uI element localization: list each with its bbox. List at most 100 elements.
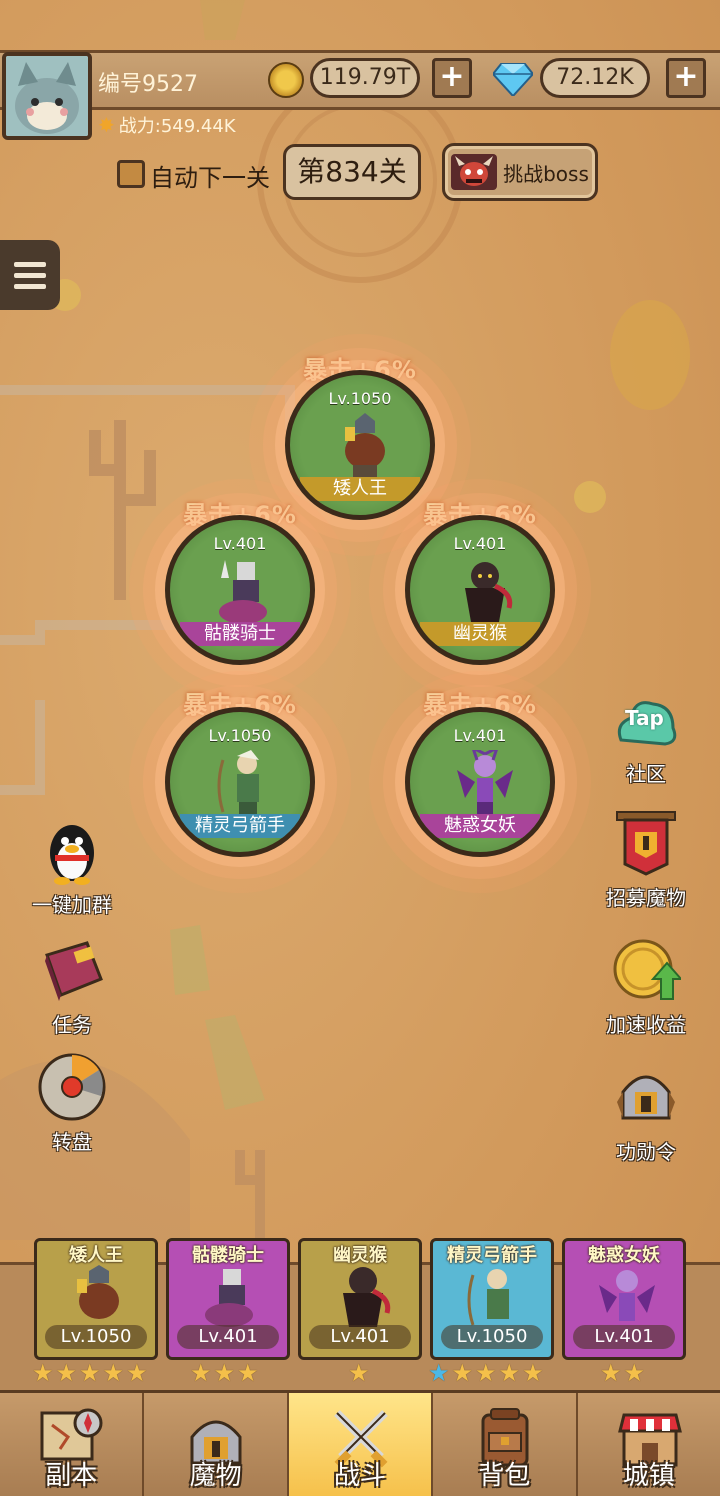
player-id: 编号9527 [98,72,198,97]
star-rating: ★ [348,1360,370,1386]
star-icon: ★ [451,1359,474,1387]
hamburger-line [14,272,46,278]
join-group-button[interactable]: 一键加群 [22,815,122,918]
star-icon: ★ [79,1359,101,1387]
nav-battle-label: 战斗 [334,1461,387,1491]
hero-level: Lv.401 [453,534,507,553]
qq-penguin-icon [50,825,94,885]
star-icon: ★ [102,1359,125,1387]
dwarf-king-portrait-icon [77,1265,119,1319]
team-card-name: 矮人王 [69,1245,123,1266]
team-card-ghost-monkey[interactable]: 幽灵猴 Lv.401 [298,1238,422,1360]
star-icon: ★ [32,1359,54,1387]
diamond-gem-icon [493,63,533,96]
auto-next-checkbox[interactable] [117,160,145,188]
star-rating: ★ ★ ★ ★ ★ [32,1360,148,1386]
hero-slot-ghost-monkey[interactable]: Lv.401 幽灵猴 [405,515,555,665]
join-group-label: 一键加群 [32,893,112,917]
succubus-figure-icon [457,750,513,818]
star-icon: ★ [522,1359,544,1387]
hero-level: Lv.401 [213,534,267,553]
star-icon: ★ [475,1359,497,1387]
team-card-name: 骷髅骑士 [192,1245,264,1266]
merit-token-label: 功勋令 [616,1140,676,1164]
star-rating: ★ ★ ★ ★ ★ [428,1360,544,1386]
star-icon: ★ [237,1359,259,1387]
speed-income-button[interactable]: 加速收益 [596,935,696,1038]
wheel-icon [38,1053,106,1121]
hero-slot-charm-succubus[interactable]: Lv.401 魅惑女妖 [405,707,555,857]
menu-button[interactable] [0,240,60,310]
recruit-monster-button[interactable]: 招募魔物 [596,808,696,911]
team-card-level: Lv.401 [573,1325,675,1349]
challenge-boss-button[interactable]: 挑战boss [442,143,598,201]
star-icon: ★ [126,1359,148,1387]
nav-dungeon[interactable]: 副本 [0,1393,145,1496]
wheel-button[interactable]: 转盘 [22,1052,122,1155]
star-rating: ★ ★ [600,1360,645,1386]
nav-monster-label: 魔物 [189,1461,242,1491]
team-card-level: Lv.401 [309,1325,411,1349]
stage-number: 第834关 [283,144,421,200]
wheel-label: 转盘 [52,1130,92,1154]
team-card-level: Lv.401 [177,1325,279,1349]
hero-slot-skeleton-knight[interactable]: Lv.401 骷髅骑士 [165,515,315,665]
bottom-nav: 副本 魔物 战斗 背包 城镇 [0,1390,720,1496]
nav-backpack[interactable]: 背包 [433,1393,578,1496]
nav-town[interactable]: 城镇 [577,1393,720,1496]
add-gems-button[interactable]: + [666,58,706,98]
nav-battle[interactable]: 战斗 [288,1393,434,1496]
helmet-icon [617,1075,675,1120]
auto-next-label: 自动下一关 [150,164,270,192]
succubus-portrait-icon [599,1270,655,1321]
gold-coin-icon [268,62,304,98]
hero-name: 魅惑女妖 [420,814,540,838]
speed-coin-icon [613,939,684,1000]
team-card-level: Lv.1050 [441,1325,543,1349]
hero-slot-elf-archer[interactable]: Lv.1050 精灵弓箭手 [165,707,315,857]
challenge-boss-label: 挑战boss [503,161,589,186]
team-card-dwarf-king[interactable]: 矮人王 Lv.1050 [34,1238,158,1360]
star-icon: ★ [498,1359,521,1387]
hero-name: 骷髅骑士 [180,622,300,646]
recruit-monster-label: 招募魔物 [606,886,686,910]
add-gold-button[interactable]: + [432,58,472,98]
ghost-monkey-portrait-icon [343,1267,391,1327]
dwarf-king-figure-icon [345,413,385,481]
hero-name: 矮人王 [300,477,420,501]
hero-name: 精灵弓箭手 [180,814,300,838]
nav-town-label: 城镇 [622,1461,675,1491]
tap-community-icon: Tap [611,688,681,758]
skeleton-knight-figure-icon [219,560,267,624]
blue-star-icon: ★ [428,1359,450,1387]
star-icon: ★ [213,1359,236,1387]
merit-token-button[interactable]: 功勋令 [596,1062,696,1165]
team-card-elf-archer[interactable]: 精灵弓箭手 Lv.1050 [430,1238,554,1360]
power-value: 战力:549.44K [118,116,236,137]
team-card-name: 幽灵猴 [333,1245,387,1266]
elf-archer-portrait-icon [467,1269,509,1326]
cat-avatar-icon [6,56,88,136]
star-icon: ★ [623,1359,646,1387]
hero-level: Lv.401 [453,726,507,745]
star-icon: ★ [600,1359,622,1387]
hero-name: 幽灵猴 [420,622,540,646]
team-card-skeleton-knight[interactable]: 骷髅骑士 Lv.401 [166,1238,290,1360]
power-row: ✸ 战力:549.44K [98,112,236,138]
tap-badge-text: Tap [625,706,664,730]
star-icon: ★ [190,1359,212,1387]
team-card-name: 精灵弓箭手 [447,1245,537,1266]
team-card-name: 魅惑女妖 [588,1245,660,1266]
quest-button[interactable]: 任务 [22,935,122,1038]
community-label: 社区 [626,762,666,786]
elf-archer-figure-icon [217,750,259,818]
nav-dungeon-label: 副本 [45,1461,98,1491]
star-icon: ★ [348,1359,370,1387]
star-icon: ★ [55,1359,78,1387]
recruit-banner-icon [616,811,676,876]
nav-monster[interactable]: 魔物 [144,1393,289,1496]
demon-boss-icon [451,154,498,190]
community-button[interactable]: Tap 社区 [596,688,696,787]
player-avatar[interactable] [2,52,92,140]
team-card-charm-succubus[interactable]: 魅惑女妖 Lv.401 [562,1238,686,1360]
